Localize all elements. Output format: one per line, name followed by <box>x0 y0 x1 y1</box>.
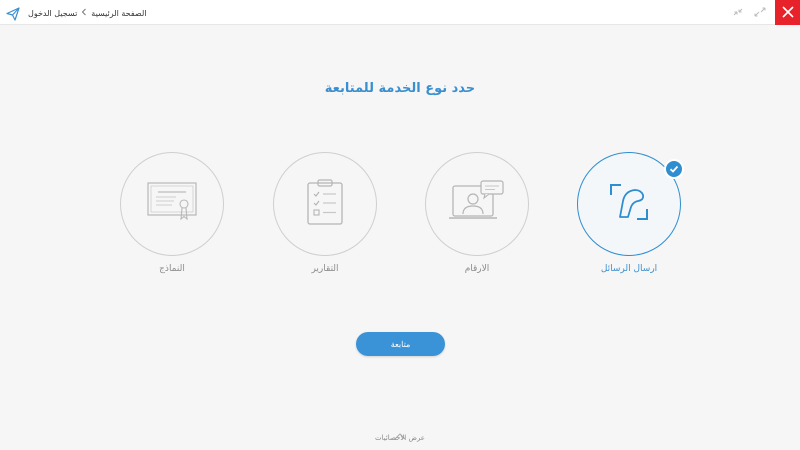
close-button[interactable] <box>775 0 800 25</box>
service-label: النماذج <box>159 264 185 274</box>
send-icon[interactable] <box>6 6 20 21</box>
chevron-left-icon <box>81 8 87 18</box>
selected-check-icon <box>664 159 684 179</box>
certificate-icon <box>146 181 198 227</box>
service-circle[interactable] <box>120 152 224 256</box>
show-stats-label: عرض الاحصائيات <box>375 434 425 442</box>
breadcrumb-home[interactable]: الصفحة الرئيسية <box>91 9 146 18</box>
continue-button[interactable]: متابعة <box>356 332 445 356</box>
message-edit-icon <box>607 181 651 227</box>
expand-icon[interactable] <box>754 4 766 20</box>
service-circle[interactable] <box>577 152 684 256</box>
page-title: حدد نوع الخدمة للمتابعة <box>324 81 476 96</box>
service-option-templates[interactable]: النماذج <box>120 152 224 274</box>
top-bar: الصفحة الرئيسية تسجيل الدخول <box>0 0 800 25</box>
close-icon <box>781 3 794 22</box>
show-stats-toggle[interactable]: عرض الاحصائيات <box>350 425 450 442</box>
service-option-numbers[interactable]: الارقام <box>425 152 529 274</box>
service-label: التقارير <box>311 264 339 274</box>
clipboard-checklist-icon <box>305 178 345 230</box>
service-option-reports[interactable]: التقارير <box>273 152 377 274</box>
service-label: الارقام <box>464 264 490 274</box>
service-option-send-messages[interactable]: ارسال الرسائل <box>577 152 684 274</box>
breadcrumb-current: تسجيل الدخول <box>28 8 78 18</box>
breadcrumb: الصفحة الرئيسية تسجيل الدخول <box>28 6 147 20</box>
video-presenter-icon <box>449 180 505 228</box>
service-label: ارسال الرسائل <box>600 264 658 274</box>
service-circle[interactable] <box>425 152 529 256</box>
service-circle[interactable] <box>273 152 377 256</box>
chevron-up-icon <box>350 425 450 440</box>
collapse-icon[interactable] <box>732 4 744 20</box>
